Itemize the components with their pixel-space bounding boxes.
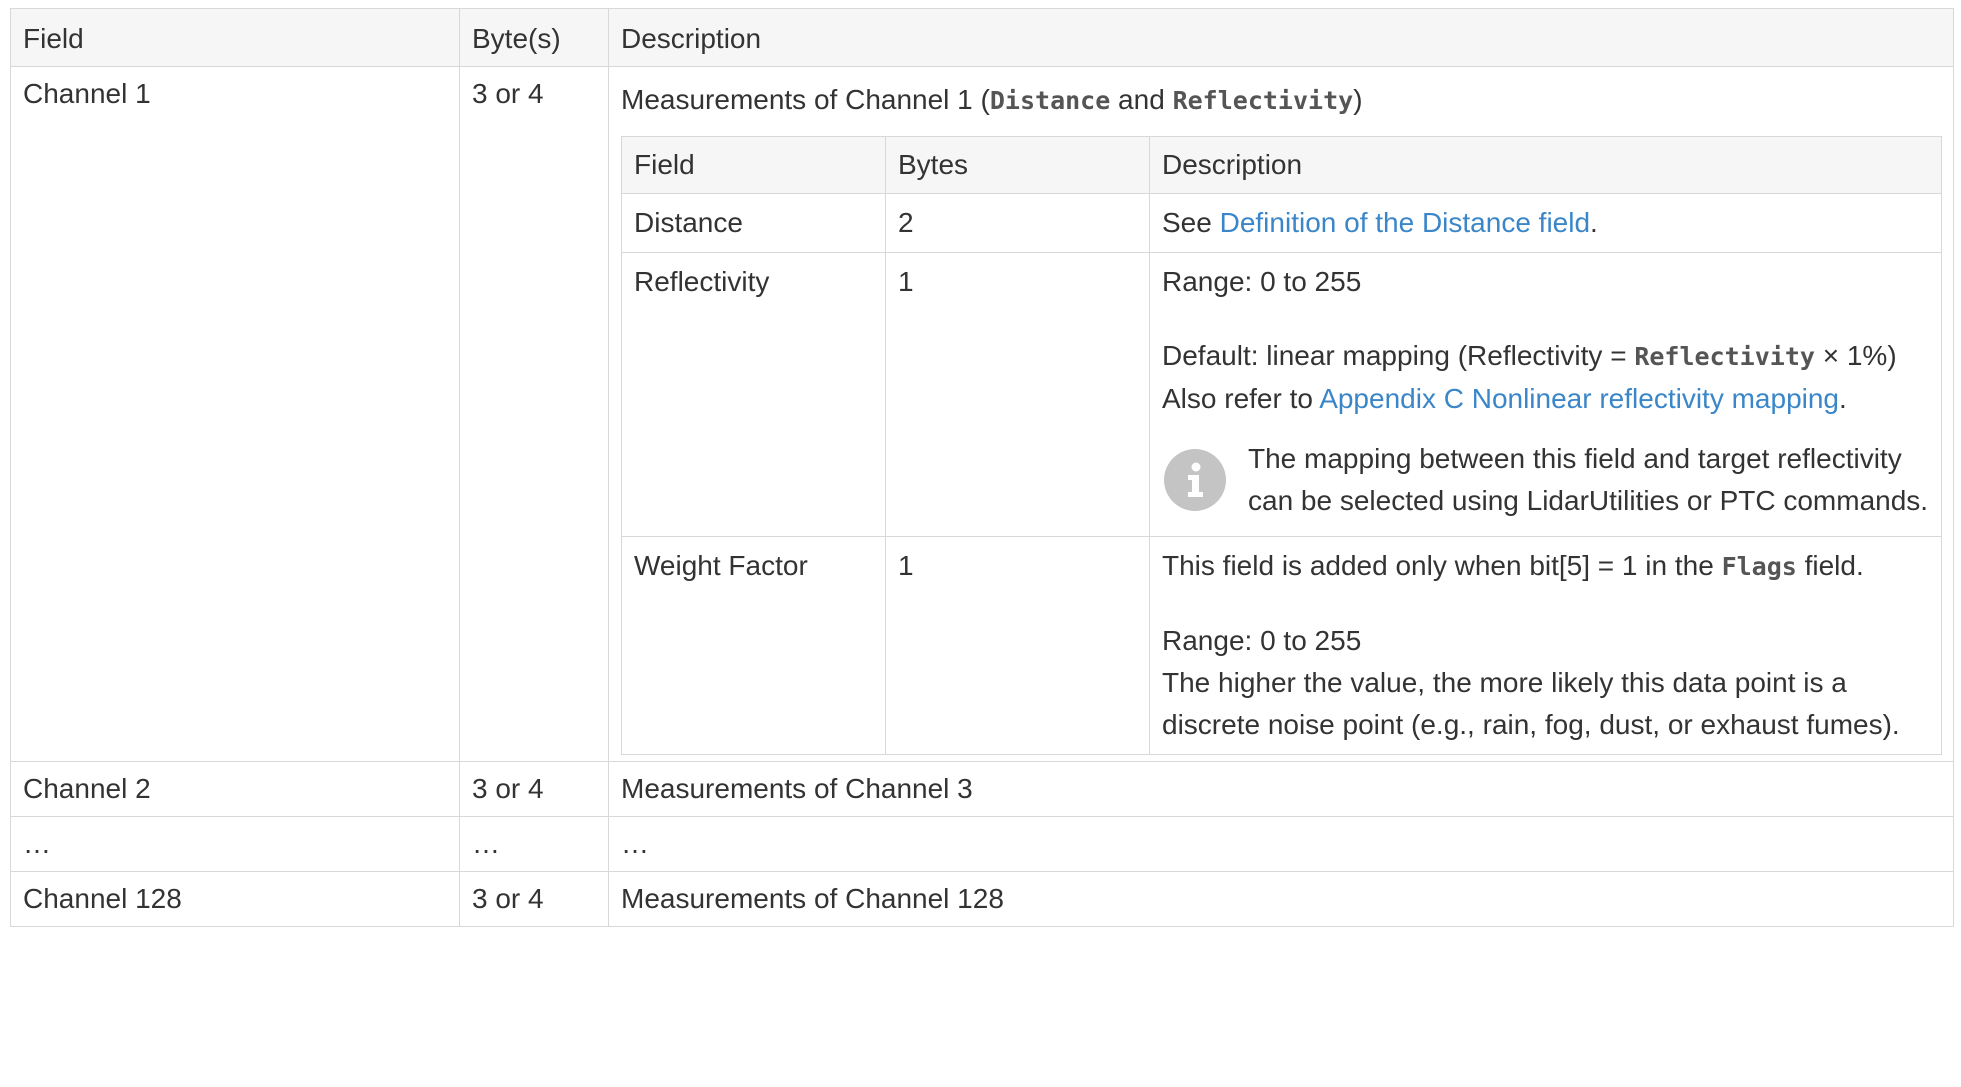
channel-subfield-table: Field Bytes Description Distance 2 See D…: [621, 136, 1942, 755]
distance-bytes: 2: [885, 193, 1150, 253]
distance-field: Distance: [621, 193, 886, 253]
desc-text: .: [1590, 207, 1598, 238]
row-field: Channel 128: [10, 871, 460, 927]
flags-code: Flags: [1721, 552, 1797, 581]
document-page: Field Byte(s) Description Channel 1 3 or…: [10, 8, 1954, 927]
subheader-field: Field: [621, 136, 886, 194]
table-header-row: Field Byte(s) Description: [10, 8, 1954, 67]
table-row: … … …: [10, 816, 1954, 872]
header-bytes: Byte(s): [459, 8, 609, 67]
subheader-description: Description: [1149, 136, 1942, 194]
row-bytes: 3 or 4: [459, 761, 609, 817]
distance-description: See Definition of the Distance field.: [1149, 193, 1942, 253]
reflectivity-description: Range: 0 to 255 Default: linear mapping …: [1149, 252, 1942, 537]
row-field: Channel 1: [10, 66, 460, 762]
reflectivity-code: Reflectivity: [1634, 342, 1815, 371]
subtable-row-reflectivity: Reflectivity 1 Range: 0 to 255 Default: …: [621, 252, 1942, 537]
weight-added-condition: This field is added only when bit[5] = 1…: [1162, 545, 1929, 588]
header-field: Field: [10, 8, 460, 67]
weight-field: Weight Factor: [621, 536, 886, 755]
desc-text: .: [1839, 383, 1847, 414]
desc-text: Also refer to: [1162, 383, 1320, 414]
row-field: …: [10, 816, 460, 872]
reflectivity-refer: Also refer to Appendix C Nonlinear refle…: [1162, 378, 1929, 420]
weight-bytes: 1: [885, 536, 1150, 755]
header-description: Description: [608, 8, 1954, 67]
appendix-c-link[interactable]: Appendix C Nonlinear reflectivity mappin…: [1319, 383, 1839, 414]
info-note: The mapping between this field and targe…: [1162, 438, 1929, 522]
row-description: Measurements of Channel 128: [608, 871, 1954, 927]
table-row: Channel 2 3 or 4 Measurements of Channel…: [10, 761, 1954, 817]
desc-text: Default: linear mapping (Reflectivity =: [1162, 340, 1635, 371]
subtable-header-row: Field Bytes Description: [621, 136, 1942, 194]
desc-text: See: [1162, 207, 1220, 238]
row-field: Channel 2: [10, 761, 460, 817]
weight-description: This field is added only when bit[5] = 1…: [1149, 536, 1942, 755]
row-description: …: [608, 816, 1954, 872]
distance-definition-link[interactable]: Definition of the Distance field: [1220, 207, 1590, 238]
reflectivity-default: Default: linear mapping (Reflectivity = …: [1162, 335, 1929, 378]
table-row: Channel 128 3 or 4 Measurements of Chann…: [10, 871, 1954, 927]
reflectivity-bytes: 1: [885, 252, 1150, 537]
subtable-row-distance: Distance 2 See Definition of the Distanc…: [621, 193, 1942, 253]
desc-text: This field is added only when bit[5] = 1…: [1162, 550, 1722, 581]
channel-1-description: Measurements of Channel 1 (Distance and …: [621, 79, 1941, 122]
table-row: Channel 1 3 or 4 Measurements of Channel…: [10, 66, 1954, 762]
info-note-text: The mapping between this field and targe…: [1248, 443, 1929, 516]
weight-range: Range: 0 to 255: [1162, 625, 1362, 656]
desc-text: ): [1353, 84, 1363, 115]
weight-explanation: The higher the value, the more likely th…: [1162, 667, 1900, 740]
subtable-row-weight-factor: Weight Factor 1 This field is added only…: [621, 536, 1942, 755]
row-bytes: …: [459, 816, 609, 872]
reflectivity-code: Reflectivity: [1172, 86, 1354, 115]
desc-text: Measurements of Channel 1 (: [621, 84, 990, 115]
info-icon: [1164, 449, 1226, 511]
reflectivity-field: Reflectivity: [621, 252, 886, 537]
row-bytes: 3 or 4: [459, 871, 609, 927]
reflectivity-range: Range: 0 to 255: [1162, 266, 1362, 297]
row-description: Measurements of Channel 3: [608, 761, 1954, 817]
row-bytes: 3 or 4: [459, 66, 609, 762]
distance-code: Distance: [989, 86, 1111, 115]
row-description: Measurements of Channel 1 (Distance and …: [608, 66, 1954, 762]
desc-text: and: [1110, 84, 1173, 115]
subheader-bytes: Bytes: [885, 136, 1150, 194]
channel-table: Field Byte(s) Description Channel 1 3 or…: [10, 8, 1954, 927]
desc-text: field.: [1796, 550, 1864, 581]
desc-text: × 1%): [1814, 340, 1897, 371]
